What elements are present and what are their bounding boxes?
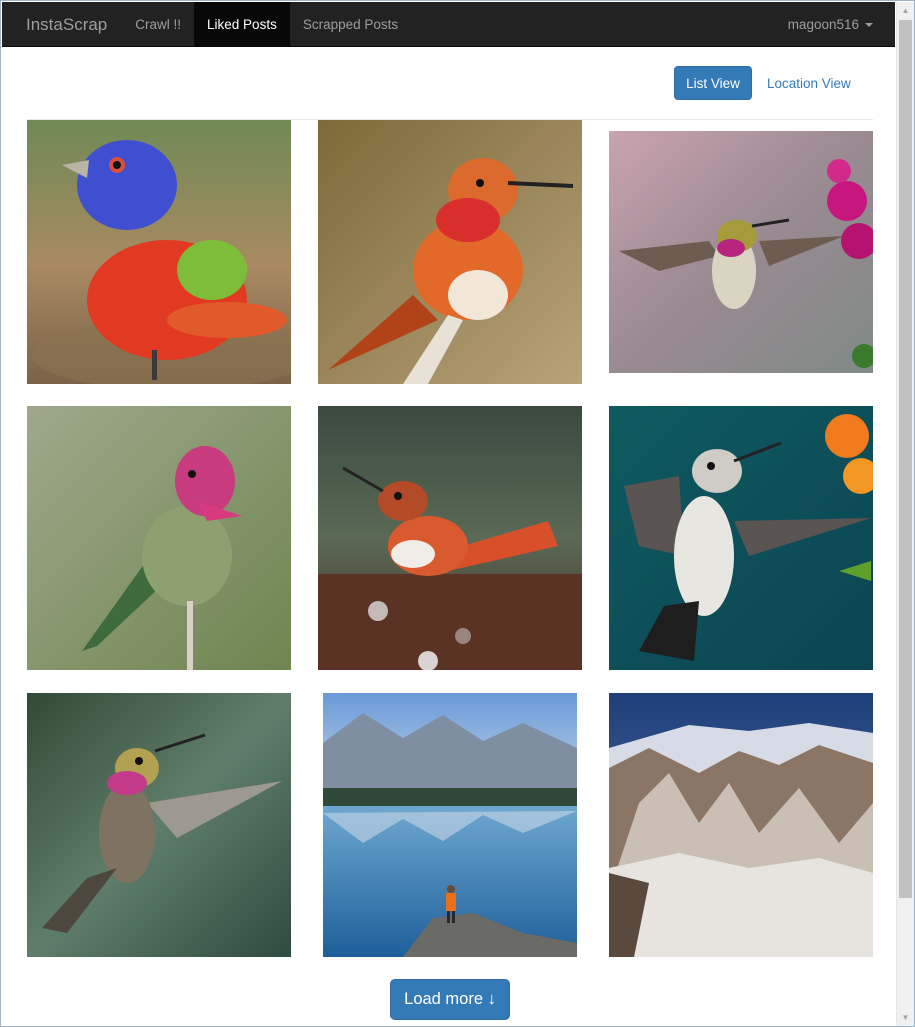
navbar: InstaScrap Crawl !! Liked Posts Scrapped… bbox=[2, 2, 895, 47]
location-view-link[interactable]: Location View bbox=[759, 66, 859, 100]
post-image-snowy-mountain[interactable] bbox=[609, 693, 873, 957]
post-image-rufous-hummingbird[interactable] bbox=[318, 120, 582, 384]
nav-liked-posts[interactable]: Liked Posts bbox=[194, 2, 290, 47]
post-image-bathing-hummingbird[interactable] bbox=[318, 406, 582, 670]
scroll-down-arrow-icon[interactable]: ▼ bbox=[897, 1009, 914, 1026]
brand-link[interactable]: InstaScrap bbox=[2, 2, 122, 47]
nav-crawl[interactable]: Crawl !! bbox=[122, 2, 194, 47]
vertical-scrollbar[interactable]: ▲ ▼ bbox=[896, 2, 914, 1026]
post-image-mountain-lake[interactable] bbox=[323, 693, 577, 957]
list-view-button[interactable]: List View bbox=[674, 66, 752, 100]
post-image-flying-hummingbird[interactable] bbox=[27, 693, 291, 957]
user-name: magoon516 bbox=[787, 17, 859, 32]
nav-scrapped-posts[interactable]: Scrapped Posts bbox=[290, 2, 411, 47]
caret-down-icon bbox=[865, 22, 873, 27]
post-image-hovering-hummingbird[interactable] bbox=[609, 131, 873, 373]
scroll-thumb[interactable] bbox=[899, 20, 912, 898]
post-image-annas-hummingbird[interactable] bbox=[27, 406, 291, 670]
load-more-button[interactable]: Load more ↓ bbox=[390, 979, 510, 1020]
post-image-hummingbird-orange-flowers[interactable] bbox=[609, 406, 873, 670]
post-image-painted-bunting[interactable] bbox=[27, 120, 291, 384]
scroll-up-arrow-icon[interactable]: ▲ bbox=[897, 2, 914, 19]
user-menu[interactable]: magoon516 bbox=[775, 2, 895, 47]
